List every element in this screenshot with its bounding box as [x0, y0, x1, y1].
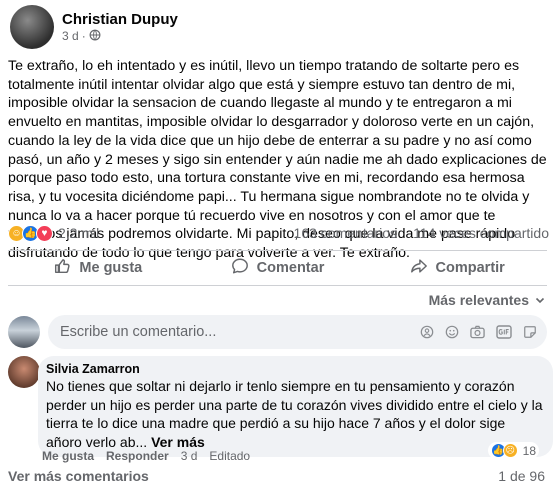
- see-more-link[interactable]: Ver más: [151, 434, 205, 450]
- like-button-label: Me gusta: [79, 260, 143, 276]
- comments-count[interactable]: 163 comentarios: [294, 225, 398, 241]
- post-meta: 3 d ·: [62, 29, 178, 45]
- share-button-label: Compartir: [435, 260, 505, 276]
- comment-like-button[interactable]: Me gusta: [42, 449, 94, 463]
- like-button[interactable]: Me gusta: [8, 251, 188, 285]
- comments-pager: 1 de 96: [498, 468, 545, 484]
- comment-input[interactable]: [60, 324, 420, 340]
- share-arrow-icon: [410, 257, 428, 279]
- comment-input-box[interactable]: [48, 315, 547, 349]
- comment-body: No tienes que soltar ni dejarlo ir tenlo…: [46, 378, 543, 450]
- reaction-summary[interactable]: ☺ 👍 ♥ 2,2 mil: [8, 224, 99, 242]
- sticker-icon[interactable]: [523, 325, 537, 339]
- author-name[interactable]: Christian Dupuy: [62, 10, 178, 29]
- camera-icon[interactable]: [470, 325, 485, 339]
- current-user-avatar[interactable]: [8, 316, 40, 348]
- author-block: Christian Dupuy 3 d ·: [62, 10, 178, 45]
- sad-reaction-icon: ☹: [502, 443, 518, 458]
- globe-icon[interactable]: [89, 29, 101, 45]
- post-time[interactable]: 3 d: [62, 29, 79, 44]
- comment-icon: [231, 257, 249, 279]
- comments-footer: Ver más comentarios 1 de 96: [8, 468, 545, 484]
- emoji-icon[interactable]: [445, 325, 459, 339]
- commenter-avatar[interactable]: [8, 356, 40, 388]
- thumbs-up-icon: [53, 257, 71, 279]
- comment-bubble: Silvia Zamarron No tienes que soltar ni …: [38, 356, 553, 457]
- post-action-bar: Me gusta Comentar Compartir: [8, 250, 547, 286]
- share-button[interactable]: Compartir: [367, 251, 547, 285]
- sort-label: Más relevantes: [428, 292, 529, 308]
- comment-author[interactable]: Silvia Zamarron: [46, 361, 543, 377]
- comment-text: No tienes que soltar ni dejarlo ir tenlo…: [46, 377, 543, 451]
- comment-time[interactable]: 3 d: [181, 449, 198, 463]
- comment-edited: Editado: [209, 449, 251, 463]
- avatar-sticker-icon[interactable]: [420, 325, 434, 339]
- comment-reactions[interactable]: 👍 ☹ 18: [487, 442, 539, 459]
- view-more-comments-link[interactable]: Ver más comentarios: [8, 468, 149, 484]
- love-reaction-icon: ♥: [36, 224, 53, 242]
- comment-sort-dropdown[interactable]: Más relevantes: [429, 292, 545, 308]
- chevron-down-icon: [535, 292, 545, 308]
- reaction-count[interactable]: 2,2 mil: [58, 225, 99, 241]
- comment-button-label: Comentar: [256, 260, 325, 276]
- comment-composer: [8, 314, 547, 350]
- comment-reply-button[interactable]: Responder: [106, 449, 169, 463]
- stats-right: 163 comentarios 114 veces compartido: [294, 225, 549, 241]
- comment-reaction-count: 18: [522, 443, 536, 458]
- composer-icons: [420, 325, 537, 339]
- author-avatar[interactable]: [10, 5, 54, 49]
- comment-actions: Me gusta Responder 3 d Editado: [42, 449, 250, 463]
- separator-dot: ·: [81, 29, 86, 43]
- shares-count[interactable]: 114 veces compartido: [413, 225, 549, 241]
- post-header: Christian Dupuy 3 d ·: [10, 5, 178, 49]
- post-stats: ☺ 👍 ♥ 2,2 mil 163 comentarios 114 veces …: [8, 222, 549, 244]
- gif-icon[interactable]: [496, 325, 512, 339]
- comment-button[interactable]: Comentar: [188, 251, 368, 285]
